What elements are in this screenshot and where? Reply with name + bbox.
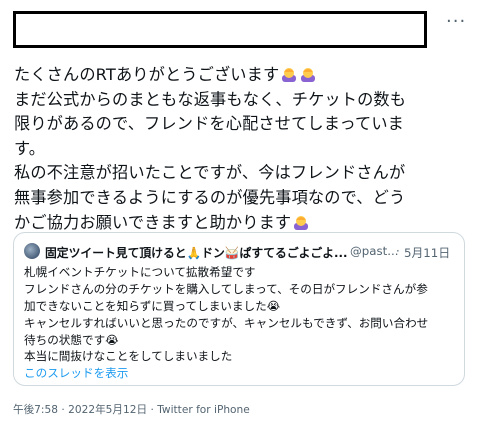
- avatar[interactable]: [24, 243, 40, 259]
- person-bowing-emoji: [301, 68, 316, 82]
- tweet-line-1-text: たくさんのRTありがとうございます: [14, 65, 280, 84]
- quoted-line-4: キャンセルすればいいと思ったのですが、キャンセルもできず、お問い合わせ: [24, 315, 429, 330]
- redacted-profile-box: [13, 11, 427, 48]
- quoted-line-6: 本当に間抜けなことをしてしまいました: [24, 349, 233, 364]
- quoted-display-name[interactable]: 固定ツイート見て頂けると🙏ドン🥁ぱすてるごよごよ...: [45, 244, 347, 261]
- quoted-line-5: 待ちの状態です😭: [24, 332, 119, 347]
- separator-dot: ·: [396, 244, 400, 258]
- quoted-tweet-card[interactable]: 固定ツイート見て頂けると🙏ドン🥁ぱすてるごよごよ... @past... · 5…: [13, 232, 465, 386]
- quoted-line-1: 札幌イベントチケットについて拡散希望です: [24, 265, 256, 279]
- quoted-tweet-body: 札幌イベントチケットについて拡散希望です フレンドさんの分のチケットを購入してし…: [24, 264, 456, 382]
- tweet-text: たくさんのRTありがとうございます まだ公式からのまともな返事もなく、チケットの…: [14, 63, 466, 235]
- show-thread-link[interactable]: このスレッドを表示: [24, 365, 456, 382]
- tweet-meta: 午後7:58 · 2022年5月12日 · Twitter for iPhone: [13, 402, 250, 417]
- tweet-line-2: まだ公式からのまともな返事もなく、チケットの数も: [14, 89, 407, 109]
- meta-dot: ·: [61, 404, 65, 416]
- person-bowing-emoji: [282, 68, 297, 82]
- tweet-line-6: 無事参加できるようにするのが優先事項なので、どう: [14, 187, 406, 207]
- meta-dot: ·: [150, 404, 154, 416]
- quoted-handle[interactable]: @past...: [350, 244, 399, 258]
- tweet-time[interactable]: 午後7:58: [13, 404, 58, 416]
- tweet-line-1: たくさんのRTありがとうございます: [14, 63, 466, 88]
- quoted-date[interactable]: 5月11日: [404, 244, 450, 261]
- tweet-line-3: 限りがあるので、フレンドを心配させてしまっていま: [14, 114, 404, 134]
- quoted-line-2: フレンドさんの分のチケットを購入してしまって、その日がフレンドさんが参: [24, 281, 428, 296]
- tweet-line-4: す。: [14, 138, 46, 158]
- tweet-source: Twitter for iPhone: [157, 404, 250, 416]
- quoted-line-3: 加できないことを知らずに買ってしまいました😭: [24, 298, 281, 313]
- more-dots-icon[interactable]: ···: [446, 13, 468, 33]
- quoted-tweet-header: 固定ツイート見て頂けると🙏ドン🥁ぱすてるごよごよ... @past... · 5…: [24, 243, 454, 261]
- person-bowing-emoji: [294, 215, 309, 230]
- tweet-line-7-text: かご協力お願いできますと助かります: [14, 212, 292, 232]
- tweet-date[interactable]: 2022年5月12日: [68, 404, 147, 416]
- tweet-line-5: 私の不注意が招いたことですが、今はフレンドさんが: [14, 163, 406, 183]
